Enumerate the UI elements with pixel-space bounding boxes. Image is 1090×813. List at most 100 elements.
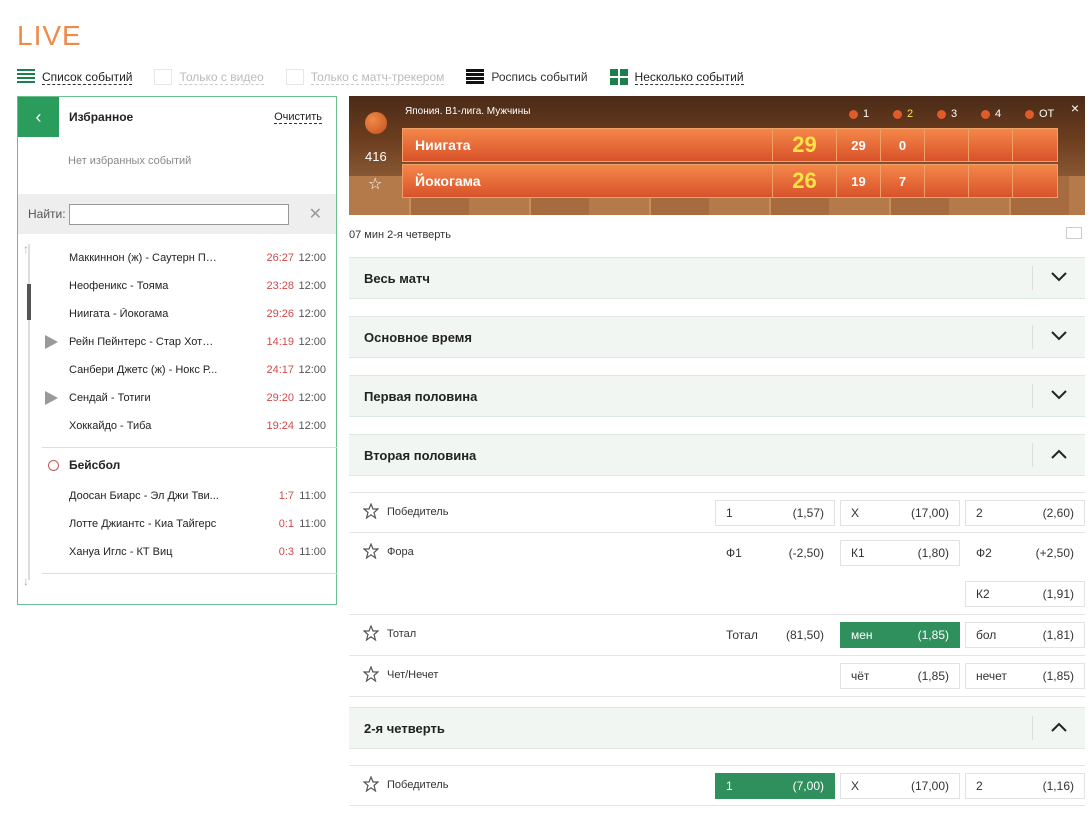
event-row[interactable]: Лотте Джиантс - Киа Тайгерс 0:1 11:00 xyxy=(18,510,336,538)
odds-button[interactable]: К2 (1,91) xyxy=(965,581,1085,607)
multiple-events-tab[interactable]: Несколько событий xyxy=(609,69,744,85)
event-row[interactable]: Рейн Пейнтерс - Стар Хотш... 14:19 12:00 xyxy=(18,328,336,356)
event-row[interactable]: Санбери Джетс (ж) - Нокс Р... 24:17 12:0… xyxy=(18,356,336,384)
period-header: OT xyxy=(1025,108,1069,120)
favorite-star-icon[interactable]: ☆ xyxy=(368,174,382,194)
star-icon[interactable] xyxy=(363,625,379,641)
back-button[interactable]: ‹ xyxy=(18,97,59,137)
chevron-down-icon[interactable] xyxy=(1033,388,1085,404)
odds-label: 2 xyxy=(976,506,983,520)
odds-button-selected[interactable]: 1 (7,00) xyxy=(715,773,835,799)
market-name: Победитель xyxy=(387,779,449,791)
period-score xyxy=(969,165,1013,197)
event-name: Санбери Джетс (ж) - Нокс Р... xyxy=(69,364,218,376)
market-row-odd-even: Чет/Нечет чёт (1,85) нечет (1,85) xyxy=(349,656,1085,697)
odds-button[interactable]: К1 (1,80) xyxy=(840,540,960,566)
clear-favorites-link[interactable]: Очистить xyxy=(274,111,322,124)
event-list-tab[interactable]: Список событий xyxy=(17,69,133,85)
section-regular-time[interactable]: Основное время xyxy=(349,316,1085,358)
section-title: 2-я четверть xyxy=(364,720,445,736)
period-score xyxy=(969,129,1013,161)
odds-button[interactable]: 2 (2,60) xyxy=(965,500,1085,526)
odds-button[interactable]: 2 (1,16) xyxy=(965,773,1085,799)
event-name: Неофеникс - Тояма xyxy=(69,280,169,292)
close-icon[interactable]: × xyxy=(1071,100,1079,116)
video-play-icon[interactable] xyxy=(45,391,58,405)
scroll-down-icon[interactable]: ↓ xyxy=(23,574,29,588)
video-only-filter[interactable]: Только с видео xyxy=(154,69,264,85)
event-name: Хоккайдо - Тиба xyxy=(69,420,152,432)
section-first-half[interactable]: Первая половина xyxy=(349,375,1085,417)
event-row[interactable]: Сендай - Тотиги 29:20 12:00 xyxy=(18,384,336,412)
odds-button[interactable]: чёт (1,85) xyxy=(840,663,960,689)
search-input[interactable] xyxy=(68,203,289,225)
chevron-up-icon[interactable] xyxy=(1033,720,1085,736)
odds-label: чёт xyxy=(851,669,870,683)
period-score xyxy=(1013,129,1057,161)
team-row-away: Йокогама 26 19 7 xyxy=(402,164,1058,198)
chevron-up-icon[interactable] xyxy=(1033,447,1085,463)
odds-value: (81,50) xyxy=(785,628,824,642)
chevron-down-icon[interactable] xyxy=(1033,270,1085,286)
odds-button-selected[interactable]: мен (1,85) xyxy=(840,622,960,648)
event-score: 0:1 xyxy=(278,518,294,530)
star-icon[interactable] xyxy=(363,503,379,519)
event-row[interactable]: Неофеникс - Тояма 23:28 12:00 xyxy=(18,272,336,300)
tracker-only-filter[interactable]: Только с матч-трекером xyxy=(285,69,445,85)
star-icon[interactable] xyxy=(363,543,379,559)
sport-header-baseball[interactable]: Бейсбол xyxy=(18,448,336,482)
basketball-icon xyxy=(365,112,387,134)
schedule-icon xyxy=(466,69,485,85)
odds-button[interactable]: 1 (1,57) xyxy=(715,500,835,526)
period-headers: 1 2 3 4 OT xyxy=(849,108,1069,120)
period-score xyxy=(1013,165,1057,197)
odds-button[interactable]: X (17,00) xyxy=(840,500,960,526)
multiple-events-label: Несколько событий xyxy=(634,69,744,85)
list-icon xyxy=(17,69,35,85)
period-label: 4 xyxy=(995,108,1002,120)
event-schedule-tab[interactable]: Роспись событий xyxy=(466,69,588,85)
search-label: Найти: xyxy=(28,207,66,221)
clear-search-icon[interactable]: ✕ xyxy=(309,204,322,224)
total-value: Тотал (81,50) xyxy=(715,622,835,648)
chevron-down-icon[interactable] xyxy=(1033,329,1085,345)
checkbox-icon[interactable] xyxy=(154,69,173,85)
event-list: ↑ ↓ Маккиннон (ж) - Саутерн Пе... 26:27 … xyxy=(18,234,337,588)
odds-value: (2,60) xyxy=(1042,506,1074,520)
team-row-home: Ниигата 29 29 0 xyxy=(402,128,1058,162)
star-icon[interactable] xyxy=(363,776,379,792)
odds-value: (1,80) xyxy=(917,546,949,560)
grid-icon xyxy=(609,69,628,85)
video-play-icon[interactable] xyxy=(45,335,58,349)
event-time: 12:00 xyxy=(298,280,326,292)
checkbox-icon[interactable] xyxy=(285,69,304,85)
event-row[interactable]: Хоккайдо - Тиба 19:24 12:00 xyxy=(18,412,336,440)
event-row[interactable]: Маккиннон (ж) - Саутерн Пе... 26:27 12:0… xyxy=(18,244,336,272)
section-full-match[interactable]: Весь матч xyxy=(349,257,1085,299)
event-score: 29:26 xyxy=(266,308,294,320)
market-row-handicap: Фора Ф1 (-2,50) К1 (1,80) Ф2 (+2,50) К2 (1,9… xyxy=(349,533,1085,615)
event-row[interactable]: Доосан Биарс - Эл Джи Тви... 1:7 11:00 xyxy=(18,482,336,510)
ball-dot-icon xyxy=(1025,109,1034,119)
odds-button[interactable]: нечет (1,85) xyxy=(965,663,1085,689)
ball-dot-icon xyxy=(893,109,902,119)
odds-button[interactable]: бол (1,81) xyxy=(965,622,1085,648)
team-total-score: 26 xyxy=(773,165,837,197)
event-time: 11:00 xyxy=(299,546,326,558)
event-score: 0:3 xyxy=(278,546,294,558)
event-row[interactable]: Ниигата - Йокогама 29:26 12:00 xyxy=(18,300,336,328)
favorites-empty-text: Нет избранных событий xyxy=(68,155,192,167)
period-score: 7 xyxy=(881,165,925,197)
market-name: Победитель xyxy=(387,506,449,518)
event-list-label: Список событий xyxy=(42,69,133,85)
event-time: 12:00 xyxy=(298,308,326,320)
search-bar: Найти: ✕ xyxy=(18,194,336,234)
event-row[interactable]: Хануа Иглс - КТ Виц 0:3 11:00 xyxy=(18,538,336,566)
section-second-half[interactable]: Вторая половина xyxy=(349,434,1085,476)
star-icon[interactable] xyxy=(363,666,379,682)
stats-icon[interactable] xyxy=(1066,227,1082,239)
handicap-value: Ф2 (+2,50) xyxy=(965,540,1085,566)
event-time: 12:00 xyxy=(298,336,326,348)
section-second-quarter[interactable]: 2-я четверть xyxy=(349,707,1085,749)
odds-button[interactable]: X (17,00) xyxy=(840,773,960,799)
